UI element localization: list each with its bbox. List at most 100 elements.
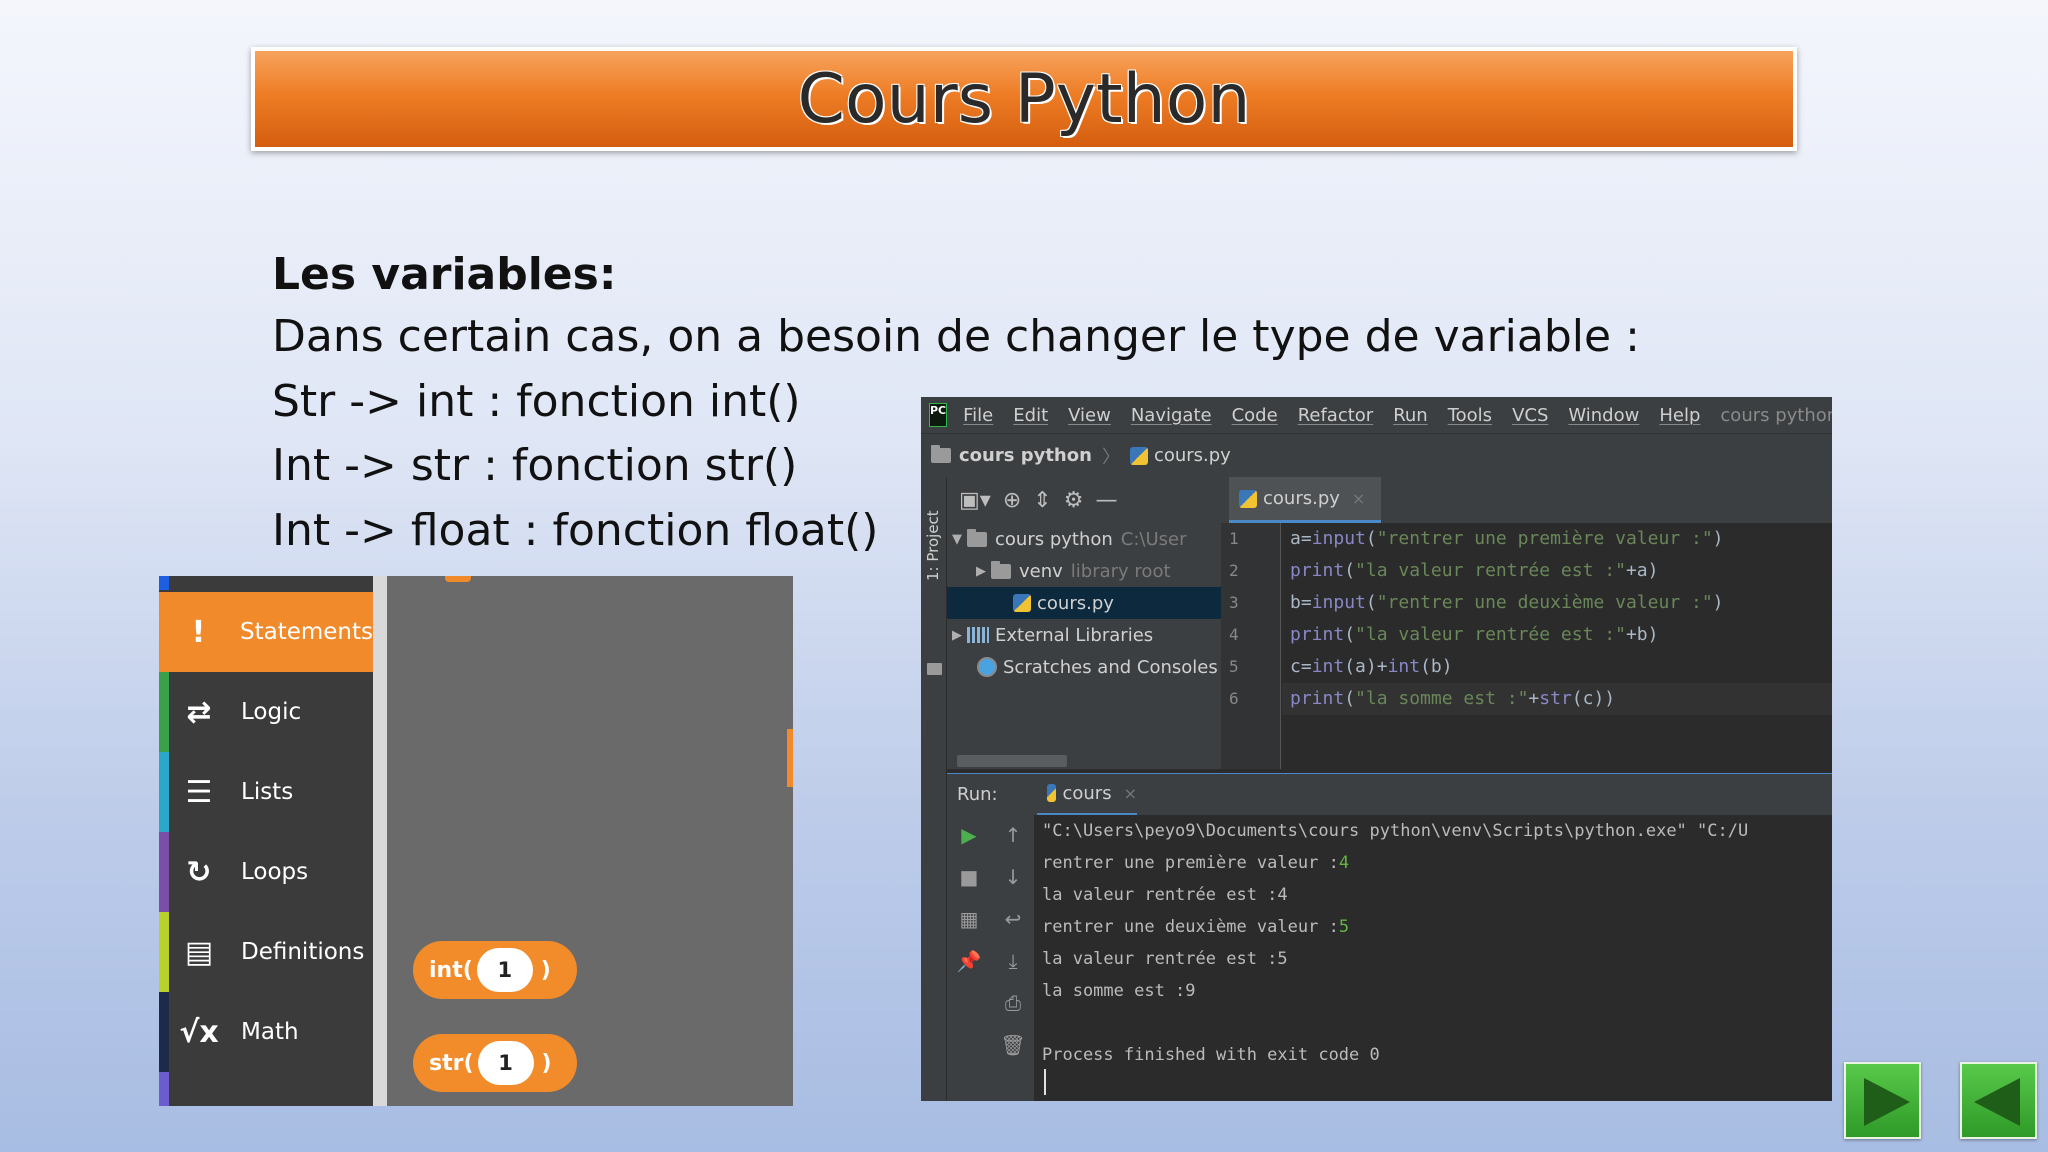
- tree-scrollbar[interactable]: [947, 753, 1221, 769]
- tree-label: Scratches and Consoles: [1003, 656, 1218, 678]
- menu-bar: PC File Edit View Navigate Code Refactor…: [921, 397, 1832, 433]
- scroll-end-icon[interactable]: ⤓: [991, 949, 1035, 973]
- menu-navigate[interactable]: Navigate: [1131, 405, 1212, 426]
- code-line[interactable]: a=input("rentrer une première valeur :"): [1282, 523, 1832, 555]
- code-token: input: [1311, 528, 1366, 549]
- str-block[interactable]: str( 1 ): [413, 1034, 577, 1092]
- line-number: 3: [1229, 593, 1239, 612]
- canvas-scrollbar[interactable]: [787, 729, 793, 787]
- block-value-slot[interactable]: 1: [476, 948, 533, 992]
- run-console[interactable]: "C:\Users\peyo9\Documents\cours python\v…: [1036, 815, 1832, 1101]
- text-cursor: [1044, 1069, 1046, 1095]
- minimize-icon[interactable]: —: [1095, 488, 1117, 513]
- menu-run[interactable]: Run: [1393, 405, 1428, 426]
- layout-icon[interactable]: ▦: [947, 907, 991, 931]
- line-number: 1: [1229, 529, 1239, 548]
- project-view-icon[interactable]: ▣▾: [959, 488, 991, 513]
- toolbox-divider[interactable]: [373, 576, 387, 1106]
- gear-icon[interactable]: ⚙: [1064, 488, 1084, 513]
- project-tree: ▼ cours python C:\User ▶ venv library ro…: [947, 523, 1221, 733]
- console-line: la valeur rentrée est :5: [1042, 943, 1288, 975]
- arrow-down-icon[interactable]: ↓: [991, 865, 1035, 889]
- console-line: la valeur rentrée est :4: [1042, 879, 1288, 911]
- menu-vcs[interactable]: VCS: [1512, 405, 1548, 426]
- run-tab-cours[interactable]: cours ×: [1037, 774, 1137, 816]
- python-file-icon: [1239, 489, 1257, 508]
- tree-item-venv[interactable]: ▶ venv library root: [947, 555, 1221, 587]
- print-icon[interactable]: ⎙: [991, 991, 1035, 1015]
- folder-icon: [927, 663, 942, 675]
- folder-icon: [991, 560, 1011, 579]
- rerun-icon[interactable]: ▶: [947, 823, 991, 847]
- code-token: ): [1712, 528, 1724, 549]
- next-slide-button[interactable]: [1844, 1062, 1921, 1139]
- close-icon[interactable]: ×: [1124, 784, 1137, 803]
- breadcrumb-project[interactable]: cours python: [959, 445, 1092, 466]
- code-token: print: [1290, 560, 1345, 581]
- block-function-label: int(: [429, 957, 473, 983]
- code-line-current[interactable]: print("la somme est :"+str(c)): [1282, 683, 1832, 715]
- folder-icon: [967, 528, 987, 547]
- category-partial[interactable]: [159, 1072, 373, 1106]
- python-file-icon: [1013, 594, 1031, 612]
- code-token: (: [1344, 560, 1356, 581]
- code-line[interactable]: b=input("rentrer une deuxième valeur :"): [1282, 587, 1832, 619]
- category-loops[interactable]: ↻ Loops: [159, 832, 373, 912]
- ide-window: PC File Edit View Navigate Code Refactor…: [921, 397, 1832, 1101]
- pycharm-logo: PC: [929, 403, 948, 427]
- chevron-down-icon[interactable]: ▼: [947, 532, 967, 547]
- code-token: (: [1344, 624, 1356, 645]
- menu-code[interactable]: Code: [1232, 405, 1278, 426]
- menu-tools[interactable]: Tools: [1448, 405, 1492, 426]
- tab-cours-py[interactable]: cours.py ×: [1229, 477, 1381, 523]
- tree-path-hint: library root: [1070, 560, 1171, 582]
- close-icon[interactable]: ×: [1352, 489, 1365, 508]
- code-line[interactable]: c=int(a)+int(b): [1282, 651, 1832, 683]
- pin-icon[interactable]: 📌: [947, 949, 991, 973]
- trash-icon[interactable]: 🗑: [991, 1033, 1035, 1057]
- block-editor: ! Statements ⇄ Logic ☰ Lists ↻ Loops ▤ D…: [159, 576, 793, 1106]
- category-definitions[interactable]: ▤ Definitions: [159, 912, 373, 992]
- code-line[interactable]: print("la valeur rentrée est :"+a): [1282, 555, 1832, 587]
- menu-refactor[interactable]: Refactor: [1298, 405, 1374, 426]
- code-line[interactable]: print("la valeur rentrée est :"+b): [1282, 619, 1832, 651]
- breadcrumb-file[interactable]: cours.py: [1154, 445, 1231, 466]
- code-token: (c)): [1571, 688, 1616, 709]
- chevron-right-icon[interactable]: ▶: [947, 628, 967, 643]
- block-value-slot[interactable]: 1: [477, 1041, 534, 1085]
- category-math[interactable]: √x Math: [159, 992, 373, 1072]
- category-logic[interactable]: ⇄ Logic: [159, 672, 373, 752]
- menu-edit[interactable]: Edit: [1013, 405, 1048, 426]
- category-lists[interactable]: ☰ Lists: [159, 752, 373, 832]
- chevron-right-icon[interactable]: ▶: [971, 564, 991, 579]
- block-category-list: ! Statements ⇄ Logic ☰ Lists ↻ Loops ▤ D…: [159, 592, 373, 1106]
- block-close-paren: ): [540, 957, 551, 983]
- int-block[interactable]: int( 1 ): [413, 941, 577, 999]
- tree-item-scratches[interactable]: Scratches and Consoles: [947, 651, 1221, 683]
- category-label: Loops: [241, 859, 309, 885]
- code-token: c=: [1290, 656, 1312, 677]
- slide-line: Dans certain cas, on a besoin de changer…: [272, 311, 1640, 362]
- menu-help[interactable]: Help: [1659, 405, 1700, 426]
- locate-icon[interactable]: ⊕: [1003, 488, 1021, 513]
- stop-icon[interactable]: ■: [947, 865, 991, 889]
- category-label: Statements: [239, 619, 373, 645]
- code-editor[interactable]: a=input("rentrer une première valeur :")…: [1282, 523, 1832, 769]
- tree-item-libraries[interactable]: ▶ External Libraries: [947, 619, 1221, 651]
- menu-view[interactable]: View: [1068, 405, 1111, 426]
- tree-item-file[interactable]: cours.py: [947, 587, 1221, 619]
- menu-file[interactable]: File: [963, 405, 993, 426]
- code-token: (: [1344, 688, 1356, 709]
- previous-slide-button[interactable]: [1960, 1062, 2037, 1139]
- collapse-icon[interactable]: ⇕: [1033, 488, 1051, 513]
- category-statements[interactable]: ! Statements: [159, 592, 373, 672]
- line-number: 4: [1229, 625, 1239, 644]
- arrow-up-icon[interactable]: ↑: [991, 823, 1035, 847]
- category-label: Lists: [241, 779, 294, 805]
- tree-item-root[interactable]: ▼ cours python C:\User: [947, 523, 1221, 555]
- code-token: "la valeur rentrée est :": [1355, 560, 1626, 581]
- document-icon: ▤: [184, 934, 214, 970]
- project-tool-tab[interactable]: 1: Project: [924, 501, 942, 581]
- menu-window[interactable]: Window: [1568, 405, 1639, 426]
- soft-wrap-icon[interactable]: ↩: [991, 907, 1035, 931]
